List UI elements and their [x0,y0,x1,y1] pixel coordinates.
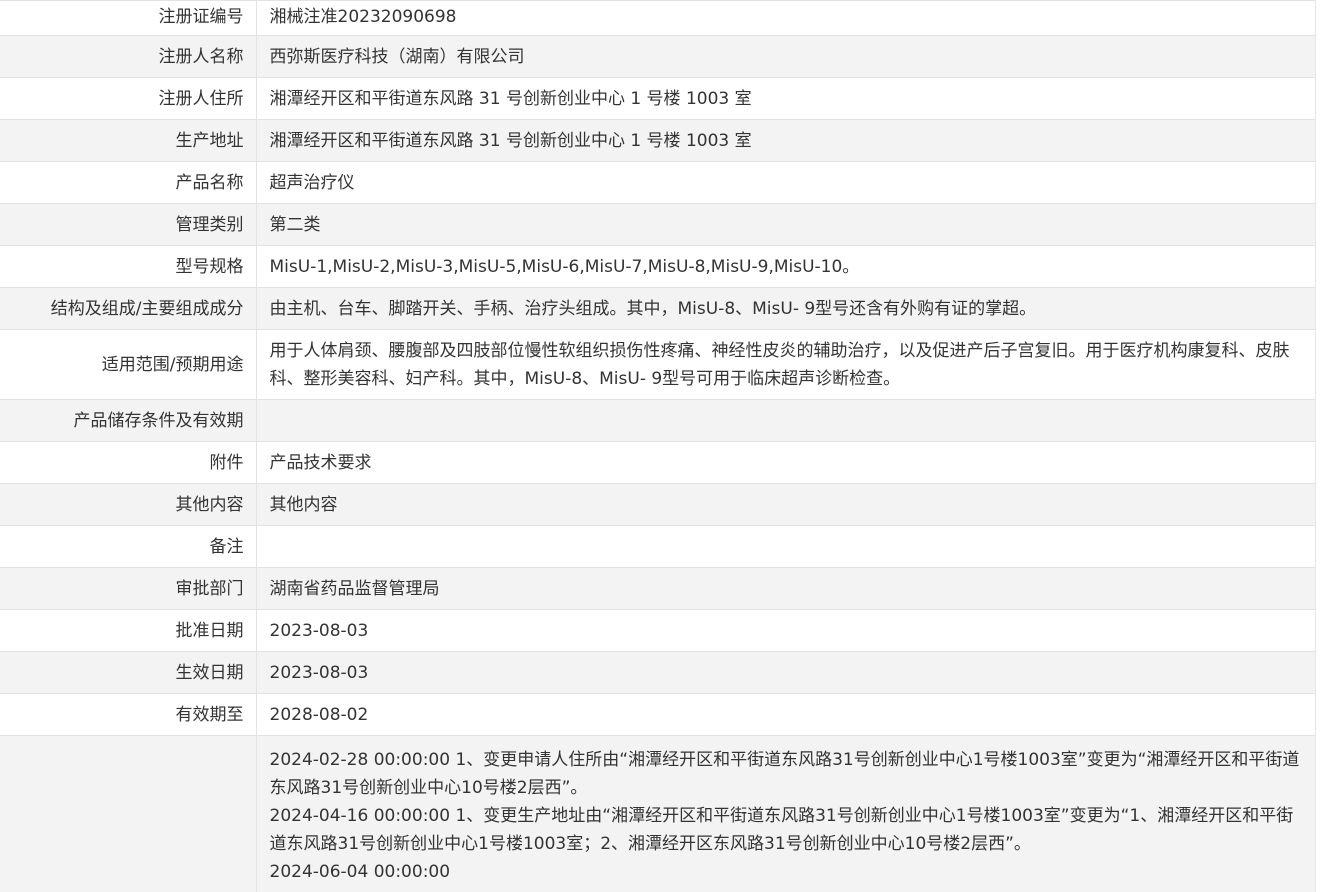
field-value: 湘械注准20232090698 [256,0,1316,36]
field-label: 批准日期 [0,609,257,652]
field-value: 湘潭经开区和平街道东风路 31 号创新创业中心 1 号楼 1003 室 [256,119,1316,162]
row-attachment: 附件 产品技术要求 [0,441,1316,484]
registration-detail-page: 注册证编号 湘械注准20232090698 注册人名称 西弥斯医疗科技（湖南）有… [0,0,1340,892]
field-label: 结构及组成/主要组成成分 [0,287,257,330]
row-registrant-address: 注册人住所 湘潭经开区和平街道东风路 31 号创新创业中心 1 号楼 1003 … [0,77,1316,120]
field-value: MisU-1,MisU-2,MisU-3,MisU-5,MisU-6,MisU-… [256,245,1316,288]
field-value [256,525,1316,568]
field-value: 2023-08-03 [256,609,1316,652]
change-entry: 2024-02-28 00:00:00 1、变更申请人住所由“湘潭经开区和平街道… [269,750,1300,798]
field-label: 适用范围/预期用途 [0,329,257,400]
row-change-history: 2024-02-28 00:00:00 1、变更申请人住所由“湘潭经开区和平街道… [0,735,1316,892]
field-value: 用于人体肩颈、腰腹部及四肢部位慢性软组织损伤性疼痛、神经性皮炎的辅助治疗，以及促… [256,329,1316,400]
row-production-address: 生产地址 湘潭经开区和平街道东风路 31 号创新创业中心 1 号楼 1003 室 [0,119,1316,162]
row-approval-date: 批准日期 2023-08-03 [0,609,1316,652]
field-value: 西弥斯医疗科技（湖南）有限公司 [256,35,1316,78]
row-approval-department: 审批部门 湖南省药品监督管理局 [0,567,1316,610]
field-value: 第二类 [256,203,1316,246]
row-remarks: 备注 [0,525,1316,568]
row-intended-use: 适用范围/预期用途 用于人体肩颈、腰腹部及四肢部位慢性软组织损伤性疼痛、神经性皮… [0,329,1316,400]
field-label: 注册证编号 [0,0,257,36]
row-management-category: 管理类别 第二类 [0,203,1316,246]
field-label: 备注 [0,525,257,568]
field-value: 其他内容 [256,483,1316,526]
row-effective-date: 生效日期 2023-08-03 [0,651,1316,694]
field-label: 审批部门 [0,567,257,610]
field-label: 产品储存条件及有效期 [0,399,257,442]
row-valid-until: 有效期至 2028-08-02 [0,693,1316,736]
field-label: 附件 [0,441,257,484]
change-history-list: 2024-02-28 00:00:00 1、变更申请人住所由“湘潭经开区和平街道… [256,735,1316,892]
field-value: 2023-08-03 [256,651,1316,694]
field-label: 型号规格 [0,245,257,288]
field-label: 生效日期 [0,651,257,694]
field-label: 注册人名称 [0,35,257,78]
row-structure-composition: 结构及组成/主要组成成分 由主机、台车、脚踏开关、手柄、治疗头组成。其中，Mis… [0,287,1316,330]
row-registrant-name: 注册人名称 西弥斯医疗科技（湖南）有限公司 [0,35,1316,78]
field-value: 超声治疗仪 [256,161,1316,204]
change-entry: 2024-06-04 00:00:00 [269,862,451,882]
row-storage-validity: 产品储存条件及有效期 [0,399,1316,442]
row-product-name: 产品名称 超声治疗仪 [0,161,1316,204]
page-scrollbar[interactable] [1315,0,1340,892]
field-label [0,735,257,892]
field-value: 湖南省药品监督管理局 [256,567,1316,610]
change-entry: 2024-04-16 00:00:00 1、变更生产地址由“湘潭经开区和平街道东… [269,806,1294,854]
row-model-spec: 型号规格 MisU-1,MisU-2,MisU-3,MisU-5,MisU-6,… [0,245,1316,288]
field-label: 产品名称 [0,161,257,204]
field-label: 注册人住所 [0,77,257,120]
field-label: 其他内容 [0,483,257,526]
field-label: 有效期至 [0,693,257,736]
field-label: 生产地址 [0,119,257,162]
field-value [256,399,1316,442]
field-label: 管理类别 [0,203,257,246]
field-value: 产品技术要求 [256,441,1316,484]
field-value: 2028-08-02 [256,693,1316,736]
row-other-content: 其他内容 其他内容 [0,483,1316,526]
field-value: 由主机、台车、脚踏开关、手柄、治疗头组成。其中，MisU-8、MisU- 9型号… [256,287,1316,330]
row-registration-number: 注册证编号 湘械注准20232090698 [0,0,1316,36]
registration-detail-table: 注册证编号 湘械注准20232090698 注册人名称 西弥斯医疗科技（湖南）有… [0,0,1316,892]
field-value: 湘潭经开区和平街道东风路 31 号创新创业中心 1 号楼 1003 室 [256,77,1316,120]
